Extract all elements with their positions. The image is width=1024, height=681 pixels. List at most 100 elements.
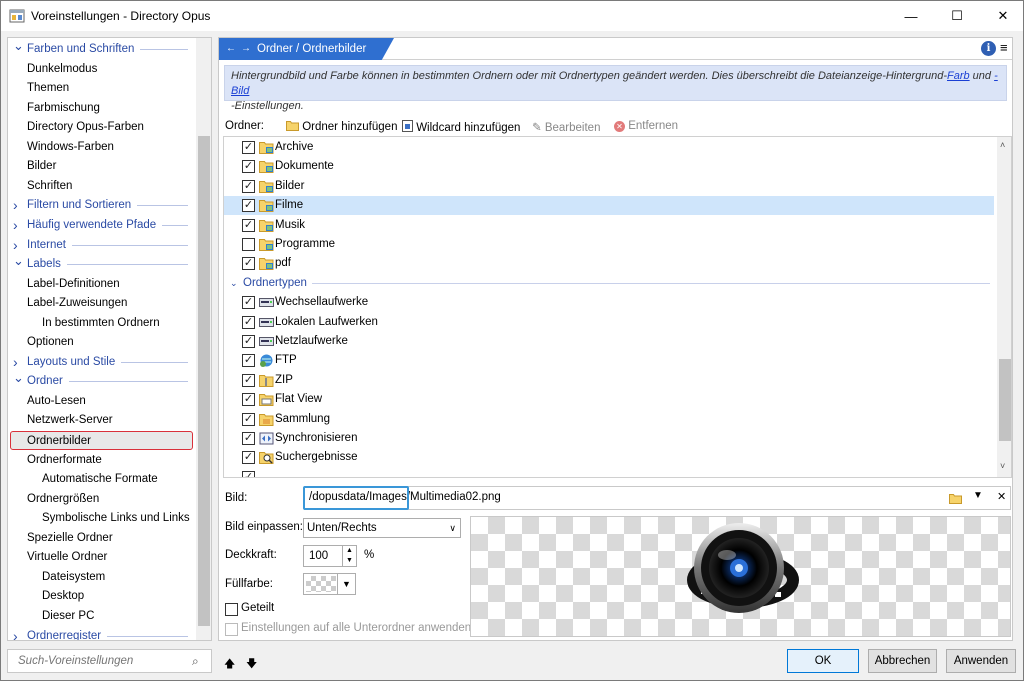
tree-item[interactable]: Netzwerk-Server [27,411,113,430]
item-checkbox[interactable]: ✓ [242,432,255,445]
list-item[interactable]: ✓ Dokumente [224,157,994,176]
item-checkbox[interactable]: ✓ [242,354,255,368]
item-checkbox[interactable]: ✓ [242,335,255,348]
tree-item[interactable]: › Häufig verwendete Pfade [8,216,191,235]
list-item[interactable]: ✓ Bilder [224,177,994,196]
tree-item[interactable]: Ordnerbilder [10,431,193,450]
list-item[interactable]: ✓ Synchronisieren [224,429,994,448]
remove-button[interactable]: ✕ Entfernen [614,120,678,132]
tree-item[interactable]: Windows-Farben [27,138,114,157]
apply-button[interactable]: Anwenden [946,649,1016,673]
list-item-partial[interactable]: ✓ [224,468,994,477]
scroll-up-icon[interactable]: ˄ [1000,140,1005,150]
list-scrollbar-thumb[interactable] [999,359,1011,441]
tree-item[interactable]: Dunkelmodus [27,60,97,79]
item-checkbox[interactable] [242,238,255,251]
tree-item[interactable]: Spezielle Ordner [27,529,113,548]
tree-item[interactable]: › Internet [8,236,191,255]
item-checkbox[interactable]: ✓ [242,393,255,407]
item-checkbox[interactable]: ✓ [242,412,255,426]
fit-select[interactable]: Unten/Rechts ∨ [303,518,461,538]
list-item[interactable]: ✓ FTP [224,351,994,370]
list-item[interactable]: ✓ Flat View [224,390,994,409]
maximize-button[interactable]: ☐ [934,1,980,31]
tree-item[interactable]: Bilder [27,157,56,176]
item-checkbox[interactable]: ✓ [242,141,255,154]
color-link[interactable]: Farb [947,70,970,82]
tree-item[interactable]: Schriften [27,177,72,196]
close-button[interactable]: ✕ [980,1,1023,31]
dropdown-icon[interactable]: ▼ [973,490,983,501]
tree-item[interactable]: Directory Opus-Farben [27,118,144,137]
edit-button[interactable]: ✎ Bearbeiten [532,120,600,134]
tree-item[interactable]: Label-Zuweisungen [27,294,127,313]
add-wildcard-button[interactable]: Wildcard hinzufügen [402,120,520,134]
chevron-right-icon[interactable]: › [13,216,23,235]
list-item[interactable]: ✓ Netzlaufwerke [224,332,994,351]
chevron-down-icon[interactable]: ⌄ [13,251,24,270]
tree-item[interactable]: Automatische Formate [42,470,158,489]
list-scrollbar[interactable]: ˄ ˅ [997,137,1011,477]
tree-scrollbar[interactable] [196,38,211,640]
tree-item[interactable]: Dateisystem [42,568,105,587]
list-item[interactable]: ✓ Musik [224,216,994,235]
clear-icon[interactable]: ✕ [997,490,1006,503]
search-icon[interactable]: ⌕ [192,654,199,669]
tree-item[interactable]: Themen [27,79,69,98]
list-item[interactable]: ✓ Filme [224,196,994,216]
tree-item[interactable]: ⌄ Labels [8,253,191,274]
move-down-icon[interactable]: 🡇 [246,655,257,674]
item-checkbox[interactable]: ✓ [242,160,255,174]
item-checkbox[interactable]: ✓ [242,199,255,213]
list-item[interactable]: ✓ ZIP [224,371,994,390]
move-up-icon[interactable]: 🡅 [224,655,235,674]
menu-icon[interactable]: ≡ [1000,40,1008,55]
tree-item[interactable]: › Filtern und Sortieren [8,196,191,215]
tree-item[interactable]: Dieser PC [42,607,94,626]
tree-item[interactable]: › Ordnerregister [8,627,191,641]
tree-item[interactable]: ⌄ Farben und Schriften [8,38,191,59]
chevron-right-icon[interactable]: › [13,627,23,641]
tree-item[interactable]: Ordnerformate [27,451,102,470]
list-item[interactable]: Programme [224,235,994,254]
item-checkbox[interactable]: ✓ [242,315,255,329]
tree-item[interactable]: Auto-Lesen [27,392,86,411]
item-checkbox[interactable]: ✓ [242,179,255,193]
browse-folder-icon[interactable] [949,493,962,504]
info-icon[interactable]: i [981,41,996,56]
ok-button[interactable]: OK [787,649,859,673]
chevron-right-icon[interactable]: › [13,196,23,215]
item-checkbox[interactable]: ✓ [242,218,255,232]
tiled-checkbox-box[interactable] [225,603,238,616]
list-item[interactable]: ✓ Suchergebnisse [224,448,994,467]
item-checkbox[interactable]: ✓ [242,296,255,310]
tree-item[interactable]: Optionen [27,333,74,352]
tree-item[interactable]: › Layouts und Stile [8,353,191,372]
forward-icon[interactable]: → [241,38,251,60]
tree-item[interactable]: Ordnergrößen [27,490,99,509]
list-item[interactable]: ✓ pdf [224,254,994,273]
tree-item[interactable]: Label-Definitionen [27,275,120,294]
chevron-down-icon[interactable]: ⌄ [13,368,24,387]
opacity-value[interactable]: 100 [309,550,328,562]
search-input[interactable] [16,653,186,669]
add-folder-button[interactable]: Ordner hinzufügen [286,120,397,133]
item-checkbox[interactable]: ✓ [242,373,255,387]
chevron-down-icon[interactable]: ⌄ [13,38,24,55]
list-item[interactable]: ✓ Sammlung [224,410,994,429]
tree-item[interactable]: Farbmischung [27,99,100,118]
image-path-field[interactable]: /dopusdata/Images/Multimedia02.png ▼ ✕ [303,486,1011,510]
chevron-down-icon[interactable]: ⌄ [230,274,238,293]
tree-item[interactable]: In bestimmten Ordnern [42,314,160,333]
tree-item[interactable]: ⌄ Ordner [8,370,191,391]
back-icon[interactable]: ← [226,38,236,60]
minimize-button[interactable]: — [888,1,934,31]
tree-item[interactable]: Desktop [42,587,84,606]
item-checkbox[interactable]: ✓ [242,470,255,477]
opacity-stepper[interactable]: 100 ▲ ▼ [303,545,357,567]
tree-scrollbar-thumb[interactable] [198,136,210,626]
apply-subfolders-box[interactable] [225,623,238,636]
cancel-button[interactable]: Abbrechen [868,649,937,673]
tree-item[interactable]: Virtuelle Ordner [27,548,107,567]
stepper-buttons[interactable]: ▲ ▼ [342,546,356,566]
